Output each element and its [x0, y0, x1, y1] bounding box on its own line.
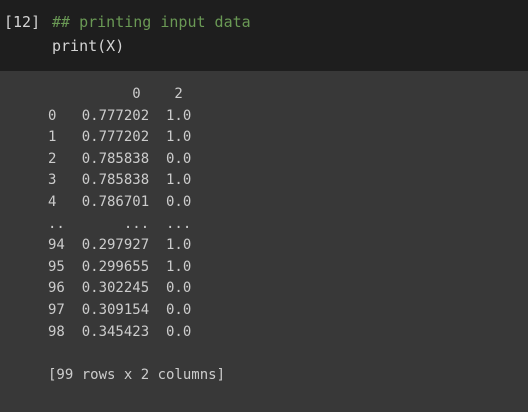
output-row: 95 0.299655 1.0: [48, 258, 192, 275]
output-row: 3 0.785838 1.0: [48, 172, 192, 189]
output-row: 94 0.297927 1.0: [48, 237, 192, 254]
output-row: 98 0.345423 0.0: [48, 323, 192, 340]
output-row: 1 0.777202 1.0: [48, 129, 192, 146]
output-shape-summary: [99 rows x 2 columns]: [48, 366, 226, 383]
output-row: 96 0.302245 0.0: [48, 280, 192, 297]
code-input-area[interactable]: [12] ## printing input data print(X): [0, 0, 528, 71]
code-comment-line: ## printing input data: [52, 13, 251, 31]
output-header-row: 0 2: [48, 86, 183, 102]
notebook-cell: [12] ## printing input data print(X) 0 2…: [0, 0, 528, 412]
output-ellipsis-row: .. ... ...: [48, 215, 192, 232]
output-row: 0 0.777202 1.0: [48, 107, 192, 124]
output-row: 2 0.785838 0.0: [48, 150, 192, 167]
output-row: 97 0.309154 0.0: [48, 301, 192, 318]
output-blank-line: [48, 343, 225, 365]
cell-output-area: 0 2 0 0.777202 1.0 1 0.777202 1.0 2 0.78583…: [0, 71, 528, 412]
dataframe-output: 0 2 0 0.777202 1.0 1 0.777202 1.0 2 0.78583…: [48, 84, 225, 386]
code-print-line: print(X): [52, 37, 125, 55]
execution-count: [12]: [4, 13, 41, 31]
output-row: 4 0.786701 0.0: [48, 193, 192, 210]
